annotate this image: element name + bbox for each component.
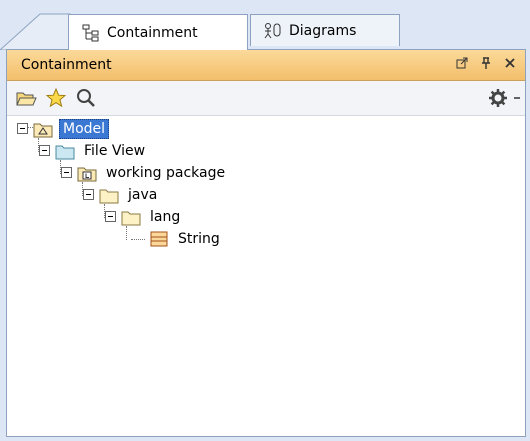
tree-node-file-view[interactable]: File View	[39, 140, 148, 162]
panel-header-buttons	[455, 56, 517, 70]
collapse-icon[interactable]	[61, 167, 73, 179]
close-icon[interactable]	[503, 56, 517, 70]
panel-header: Containment	[7, 50, 525, 81]
containment-tree-icon	[81, 23, 101, 43]
collapse-icon[interactable]	[105, 211, 117, 223]
containment-panel: Containment Model File View working pack…	[6, 49, 526, 437]
containment-tree: Model File View working package java lan…	[7, 116, 525, 436]
tree-node-lang[interactable]: lang	[105, 206, 183, 228]
star-icon[interactable]	[45, 87, 67, 109]
tree-hguide	[131, 239, 145, 240]
tree-node-label: working package	[106, 165, 226, 181]
class-icon	[149, 230, 169, 248]
open-folder-icon[interactable]	[15, 87, 37, 109]
pin-icon[interactable]	[479, 56, 493, 70]
tab-containment[interactable]: Containment	[68, 14, 248, 50]
collapse-icon[interactable]	[83, 189, 95, 201]
search-icon[interactable]	[75, 87, 97, 109]
tree-node-label: Model	[59, 119, 110, 139]
tree-node-model[interactable]: Model	[17, 118, 110, 140]
package-icon	[77, 164, 97, 182]
file-view-icon	[55, 142, 75, 160]
toolbar-options	[479, 87, 521, 109]
folder-icon	[121, 208, 141, 226]
tab-diagrams-label: Diagrams	[289, 22, 357, 39]
tree-node-working-package[interactable]: working package	[61, 162, 228, 184]
tree-node-label: java	[128, 187, 158, 203]
gear-icon[interactable]	[487, 87, 509, 109]
diagrams-icon	[263, 21, 283, 41]
tree-node-label: lang	[150, 209, 181, 225]
tab-diagrams[interactable]: Diagrams	[250, 14, 400, 46]
undock-icon[interactable]	[455, 56, 469, 70]
tree-guide	[126, 226, 127, 240]
tab-strip: Containment Diagrams	[0, 0, 530, 50]
panel-toolbar	[7, 81, 525, 116]
collapse-icon[interactable]	[17, 123, 29, 135]
collapse-icon[interactable]	[39, 145, 51, 157]
tree-node-java[interactable]: java	[83, 184, 160, 206]
panel-title: Containment	[21, 57, 112, 73]
tab-containment-label: Containment	[107, 24, 198, 41]
tree-node-string[interactable]: String	[145, 228, 223, 250]
tree-node-label: String	[178, 231, 220, 247]
dropdown-arrow-icon[interactable]	[513, 91, 521, 106]
model-icon	[33, 120, 53, 138]
tree-node-label: File View	[84, 143, 146, 159]
folder-icon	[99, 186, 119, 204]
